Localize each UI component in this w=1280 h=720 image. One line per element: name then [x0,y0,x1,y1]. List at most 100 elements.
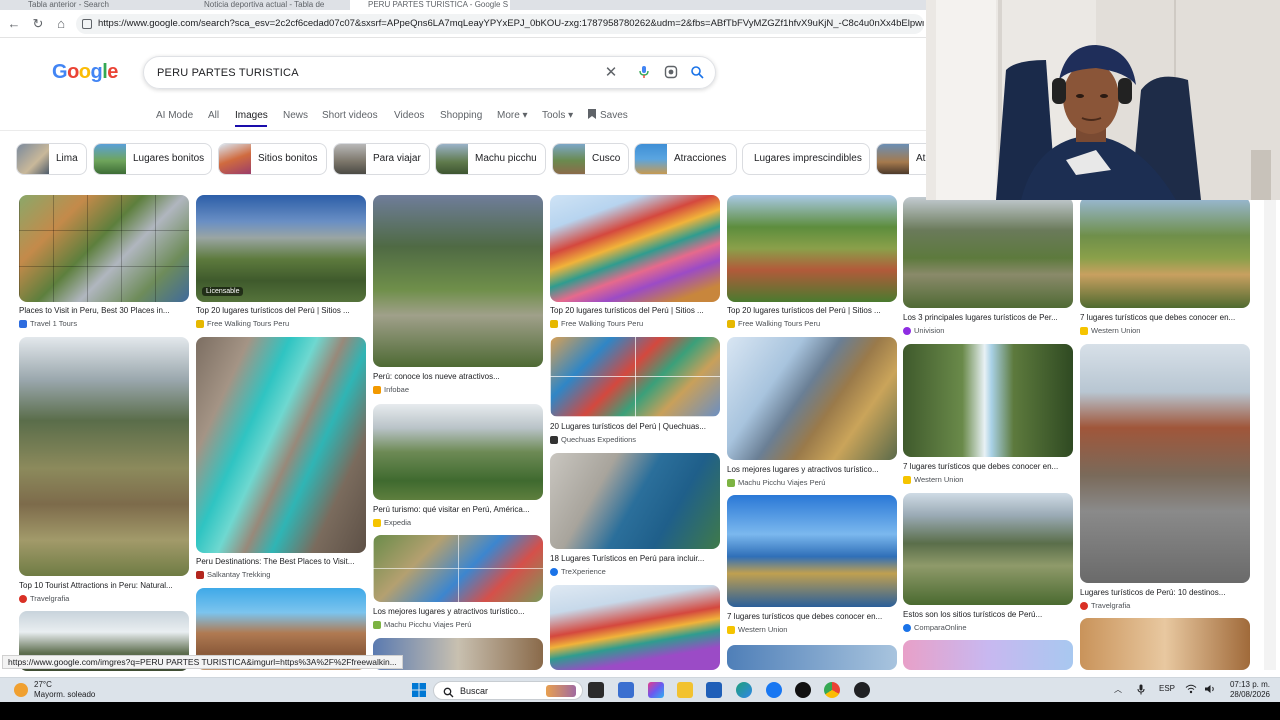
result-caption[interactable]: 18 Lugares Turísticos en Perú para inclu… [550,554,722,563]
result-thumbnail[interactable] [903,640,1073,670]
image-result[interactable]: Los mejores lugares y atractivos turísti… [727,337,897,487]
result-caption[interactable]: Top 20 lugares turísticos del Perú | Sit… [727,306,899,315]
search-icon[interactable] [689,65,705,81]
weather-temperature[interactable]: 27°C [34,680,52,689]
task-view-icon[interactable] [588,682,604,698]
chip-para-viajar[interactable]: Para viajar [333,143,430,175]
result-thumbnail[interactable] [1080,197,1250,308]
result-source[interactable]: TreXperience [550,567,722,576]
weather-sun-icon[interactable] [14,683,28,697]
result-source[interactable]: Western Union [727,625,899,634]
image-result[interactable]: Top 10 Tourist Attractions in Peru: Natu… [19,337,189,605]
result-thumbnail[interactable] [727,495,897,607]
result-thumbnail[interactable] [19,195,189,302]
tab-tools[interactable]: Tools ▾ [542,104,573,128]
copilot-icon[interactable] [648,682,664,698]
image-result[interactable]: Lugares turísticos de Perú: 10 destinos.… [1080,344,1250,612]
search-box[interactable]: PERU PARTES TURISTICA ✕ [143,56,716,89]
result-thumbnail[interactable] [550,453,720,549]
result-thumbnail[interactable] [1080,344,1250,583]
mic-icon[interactable] [636,65,652,81]
image-result[interactable]: 7 lugares turísticos que debes conocer e… [1080,197,1250,337]
result-caption[interactable]: Peru Destinations: The Best Places to Vi… [196,557,368,566]
image-result[interactable]: 20 Lugares turísticos del Perú | Quechua… [550,337,720,447]
image-result[interactable]: Estos son los sitios turísticos de Perú.… [903,493,1073,633]
result-thumbnail[interactable] [373,535,543,602]
result-caption[interactable]: Top 20 lugares turísticos del Perú | Sit… [550,306,722,315]
image-result[interactable] [1080,618,1250,670]
file-explorer-icon[interactable] [677,682,693,698]
home-icon[interactable]: ⌂ [53,16,69,32]
url-input[interactable]: https://www.google.com/search?sca_esv=2c… [76,14,924,34]
result-thumbnail[interactable] [550,337,720,417]
image-result[interactable] [727,645,897,670]
chip-lugares-bonitos[interactable]: Lugares bonitos [93,143,212,175]
microphone-icon[interactable] [1137,684,1145,697]
result-caption[interactable]: Top 10 Tourist Attractions in Peru: Natu… [19,581,191,590]
language-indicator[interactable]: ESP [1159,684,1175,693]
result-thumbnail[interactable] [550,195,720,302]
result-thumbnail[interactable] [196,337,366,553]
taskbar-search[interactable]: Buscar [433,681,583,700]
result-thumbnail[interactable] [727,645,897,670]
result-caption[interactable]: Lugares turísticos de Perú: 10 destinos.… [1080,588,1252,597]
result-source[interactable]: Free Walking Tours Peru [550,319,722,328]
result-caption[interactable]: Los 3 principales lugares turísticos de … [903,313,1075,322]
result-source[interactable]: Travelgrafia [19,594,191,603]
reload-icon[interactable]: ↻ [30,16,46,32]
result-caption[interactable]: Top 20 lugares turísticos del Perú | Sit… [196,306,368,315]
site-info-icon[interactable] [82,19,92,29]
start-menu-icon[interactable] [411,682,427,698]
lens-icon[interactable] [663,65,679,81]
result-caption[interactable]: Perú: conoce los nueve atractivos... [373,372,545,381]
image-result[interactable]: Perú: conoce los nueve atractivos... Inf… [373,195,543,395]
weather-description[interactable]: Mayorm. soleado [34,690,95,699]
facebook-icon[interactable] [766,682,782,698]
result-caption[interactable]: 7 lugares turísticos que debes conocer e… [727,612,899,621]
browser-tab-active[interactable]: PERU PARTES TURISTICA - Google S [350,0,510,10]
chip-cusco[interactable]: Cusco [552,143,629,175]
result-thumbnail[interactable] [373,195,543,367]
result-thumbnail[interactable] [1080,618,1250,670]
result-caption[interactable]: 20 Lugares turísticos del Perú | Quechua… [550,422,722,431]
result-thumbnail[interactable] [727,337,897,460]
tab-all[interactable]: All [208,104,219,128]
image-result[interactable]: Places to Visit in Peru, Best 30 Places … [19,195,189,330]
chip-atracciones[interactable]: Atracciones [634,143,737,175]
result-thumbnail[interactable]: Licensable [196,195,366,302]
chip-lima[interactable]: Lima [16,143,87,175]
image-result[interactable]: 7 lugares turísticos que debes conocer e… [727,495,897,635]
result-caption[interactable]: Estos son los sitios turísticos de Perú.… [903,610,1075,619]
tab-ai-mode[interactable]: AI Mode [156,104,193,128]
clear-icon[interactable]: ✕ [603,65,619,81]
google-logo[interactable]: Google [52,61,118,84]
result-source[interactable]: Western Union [903,475,1075,484]
search-input[interactable]: PERU PARTES TURISTICA [157,67,299,79]
image-result[interactable] [903,640,1073,670]
result-source[interactable]: Free Walking Tours Peru [196,319,368,328]
chrome-icon[interactable] [824,682,840,698]
image-result[interactable]: Los mejores lugares y atractivos turísti… [373,535,543,631]
tab-shopping[interactable]: Shopping [440,104,482,128]
result-caption[interactable]: Places to Visit in Peru, Best 30 Places … [19,306,191,315]
result-source[interactable]: ComparaOnline [903,623,1075,632]
result-source[interactable]: Travelgrafia [1080,601,1252,610]
result-source[interactable]: Travel 1 Tours [19,319,191,328]
result-source[interactable]: Machu Picchu Viajes Perú [727,478,899,487]
result-caption[interactable]: 7 lugares turísticos que debes conocer e… [1080,313,1252,322]
edge-browser-icon[interactable] [736,682,752,698]
result-source[interactable]: Infobae [373,385,545,394]
image-result[interactable]: 7 lugares turísticos que debes conocer e… [903,344,1073,486]
result-source[interactable]: Salkantay Trekking [196,570,368,579]
browser-tab[interactable]: Tabla anterior - Search [10,0,180,10]
tab-short-videos[interactable]: Short videos [322,104,378,128]
result-thumbnail[interactable] [903,197,1073,308]
back-icon[interactable]: ← [6,16,22,32]
page-scrollbar[interactable] [1264,200,1276,670]
result-source[interactable]: Quechuas Expeditions [550,435,722,444]
result-thumbnail[interactable] [903,493,1073,605]
result-source[interactable]: Expedia [373,518,545,527]
chip-sitios-bonitos[interactable]: Sitios bonitos [218,143,327,175]
tab-more[interactable]: More ▾ [497,104,528,128]
result-caption[interactable]: Los mejores lugares y atractivos turísti… [373,607,545,616]
